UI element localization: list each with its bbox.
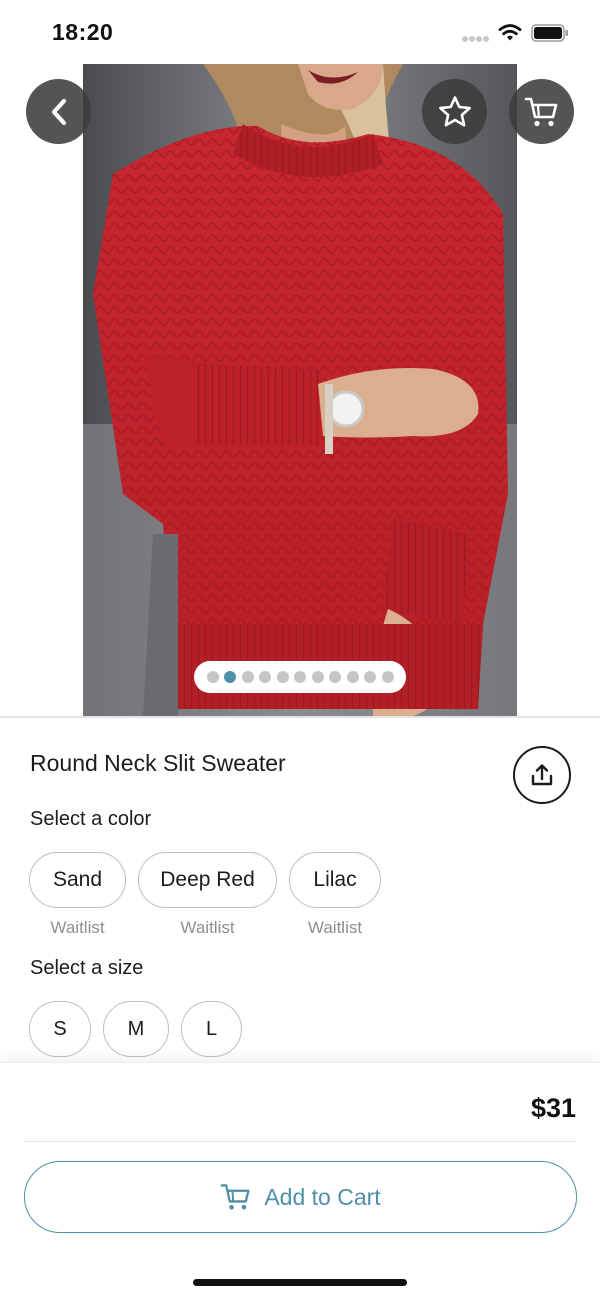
page-dot[interactable] (382, 671, 394, 683)
size-option-l[interactable]: L (181, 1001, 242, 1057)
size-section-label: Select a size (30, 957, 144, 979)
page-dot[interactable] (329, 671, 341, 683)
color-option-deep-red[interactable]: Deep Red (138, 852, 277, 908)
cart-icon (524, 97, 557, 126)
image-page-indicator[interactable] (194, 661, 406, 693)
product-photo (83, 64, 517, 716)
add-to-cart-button[interactable]: Add to Cart (24, 1161, 577, 1233)
product-image-carousel[interactable] (0, 64, 600, 716)
color-status-deep-red: Waitlist (180, 918, 235, 937)
page-dot[interactable] (347, 671, 359, 683)
page-dot[interactable] (294, 671, 306, 683)
page-dot[interactable] (364, 671, 376, 683)
page-dot[interactable] (207, 671, 219, 683)
favorite-button[interactable] (422, 79, 487, 144)
back-button[interactable] (26, 79, 91, 144)
price: $31 (530, 1093, 576, 1123)
cart-icon (220, 1184, 250, 1210)
add-to-cart-label: Add to Cart (264, 1183, 381, 1210)
chevron-left-icon (51, 98, 66, 125)
status-time: 18:20 (52, 19, 114, 45)
battery-icon (531, 24, 568, 42)
page-dot[interactable] (242, 671, 254, 683)
product-title: Round Neck Slit Sweater (30, 750, 286, 776)
page-dot[interactable] (277, 671, 289, 683)
star-icon (438, 95, 471, 126)
color-status-lilac: Waitlist (307, 918, 363, 937)
color-section-label: Select a color (30, 808, 152, 830)
share-icon (531, 764, 553, 786)
cart-button[interactable] (509, 79, 574, 144)
size-option-s[interactable]: S (29, 1001, 91, 1057)
home-indicator (193, 1279, 407, 1286)
color-option-sand[interactable]: Sand (29, 852, 126, 908)
size-option-m[interactable]: M (103, 1001, 169, 1057)
page-dot[interactable] (312, 671, 324, 683)
color-status-sand: Waitlist (50, 918, 105, 937)
page-dot[interactable] (259, 671, 271, 683)
divider (0, 716, 600, 718)
cellular-signal-icon (462, 36, 490, 42)
purchase-panel: $31 Add to Cart (0, 1062, 600, 1299)
color-option-lilac[interactable]: Lilac (289, 852, 381, 908)
divider (24, 1141, 576, 1142)
status-bar: 18:20 (0, 0, 600, 64)
page-dot-active[interactable] (224, 671, 236, 683)
share-button[interactable] (513, 746, 571, 804)
wifi-icon (498, 24, 522, 41)
